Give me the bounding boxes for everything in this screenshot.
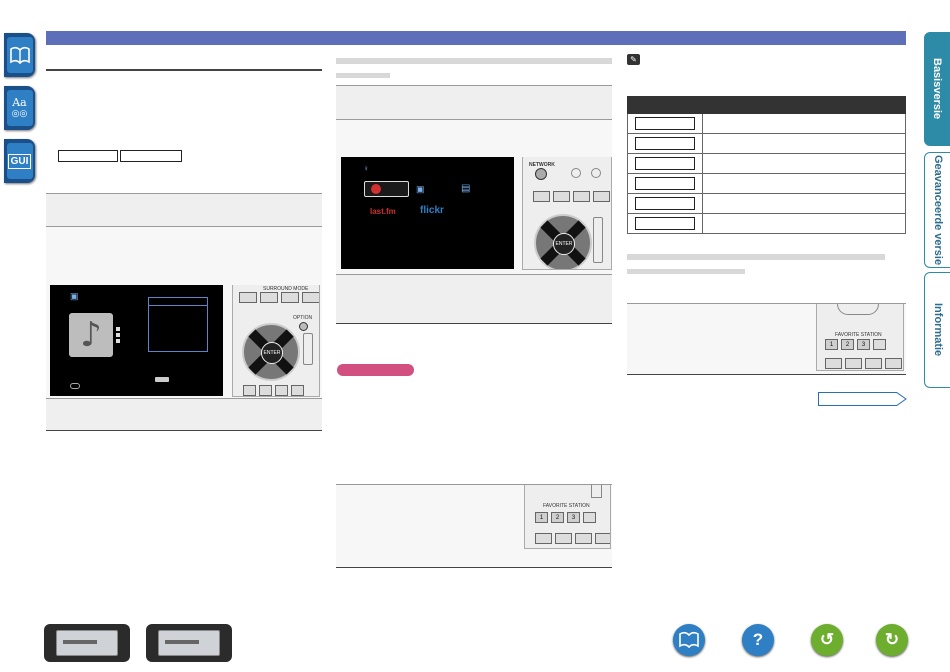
mode-button: [583, 512, 596, 523]
receiver-front-icon[interactable]: [44, 624, 130, 662]
channel-rocker: [593, 217, 603, 263]
table-row: [627, 193, 906, 214]
key-button: [58, 150, 118, 162]
tab-informatie[interactable]: Informatie: [924, 272, 950, 388]
step-row: [336, 86, 612, 119]
table-row: [627, 173, 906, 194]
back-icon[interactable]: ↺: [811, 624, 843, 656]
flickr-logo[interactable]: flickr: [420, 205, 444, 216]
subheading-bar: [336, 73, 390, 78]
media-server-icon[interactable]: ▤: [461, 183, 470, 194]
tab-basisversie[interactable]: Basisversie: [924, 32, 950, 146]
remote-illustration: NETWORK ENTER: [522, 157, 612, 270]
favorite-button-3: 3: [567, 512, 580, 523]
step-divider: [336, 323, 612, 324]
gui-icon: GUI: [6, 143, 33, 179]
book-icon: [6, 37, 33, 73]
continue-arrow[interactable]: [818, 392, 907, 406]
status-icons: [116, 327, 120, 349]
option-menu[interactable]: [148, 297, 208, 352]
header-bar: [46, 31, 906, 45]
lastfm-logo[interactable]: last.fm: [370, 207, 396, 216]
dpad-icon: ENTER: [242, 323, 300, 381]
pencil-icon: ✎: [627, 54, 640, 65]
key-buttons: [58, 150, 182, 162]
note-badge: [337, 364, 414, 376]
subheading-bar: [627, 269, 745, 274]
music-note-icon: ♪: [69, 313, 113, 357]
help-icon[interactable]: ?: [742, 624, 774, 656]
favorite-button-1: 1: [825, 339, 838, 350]
mode-button: [873, 339, 886, 350]
book-icon[interactable]: [673, 624, 705, 656]
table-row: [627, 153, 906, 174]
section-heading-bar: [627, 254, 885, 260]
table-row: [627, 133, 906, 154]
step-divider: [336, 567, 612, 568]
section-heading-bar: [336, 58, 612, 64]
key-button: [120, 150, 182, 162]
tv-screen-network-menu: ♀ ▣ ▤ last.fm flickr: [341, 157, 514, 269]
favorite-button-1: 1: [535, 512, 548, 523]
favorite-button-3: 3: [857, 339, 870, 350]
network-button: [535, 168, 547, 180]
tv-screen-option-menu: ▣ ♪: [50, 285, 223, 396]
index-icon: Aa ◎◎: [6, 90, 33, 126]
step-divider: [627, 374, 906, 375]
index-tab[interactable]: Aa ◎◎: [4, 86, 35, 130]
favorite-button-2: 2: [551, 512, 564, 523]
folder-icon[interactable]: ▣: [416, 184, 425, 195]
table-row: [627, 213, 906, 234]
receiver-rear-icon[interactable]: [146, 624, 232, 662]
step-row: [336, 275, 612, 323]
gui-tab[interactable]: GUI: [4, 139, 35, 183]
contents-tab[interactable]: [4, 33, 35, 77]
section-rule: [46, 69, 322, 71]
favorite-button-2: 2: [841, 339, 854, 350]
forward-icon[interactable]: ↻: [876, 624, 908, 656]
step-row: [46, 194, 322, 226]
remote-favorite-illustration: FAVORITE STATION 1 2 3: [524, 485, 611, 549]
channel-rocker: [303, 333, 313, 365]
tab-geavanceerde-versie[interactable]: Geavanceerde versie: [924, 152, 950, 268]
option-button: [299, 322, 308, 331]
folder-icon: ▣: [70, 291, 79, 301]
favorites-selected[interactable]: [364, 181, 409, 197]
dpad-icon: ENTER: [534, 214, 592, 269]
option-button-hint: [155, 377, 169, 382]
network-icon: ♀: [363, 164, 369, 173]
step-row: [46, 399, 322, 430]
key-table: [627, 96, 906, 234]
enter-hint-icon: [70, 383, 80, 389]
table-header: [627, 96, 906, 114]
remote-illustration: SURROUND MODE OPTION ENTER: [232, 285, 320, 397]
step-divider: [46, 430, 322, 431]
table-row: [627, 113, 906, 134]
remote-favorite-illustration: FAVORITE STATION 1 2 3: [816, 304, 904, 371]
